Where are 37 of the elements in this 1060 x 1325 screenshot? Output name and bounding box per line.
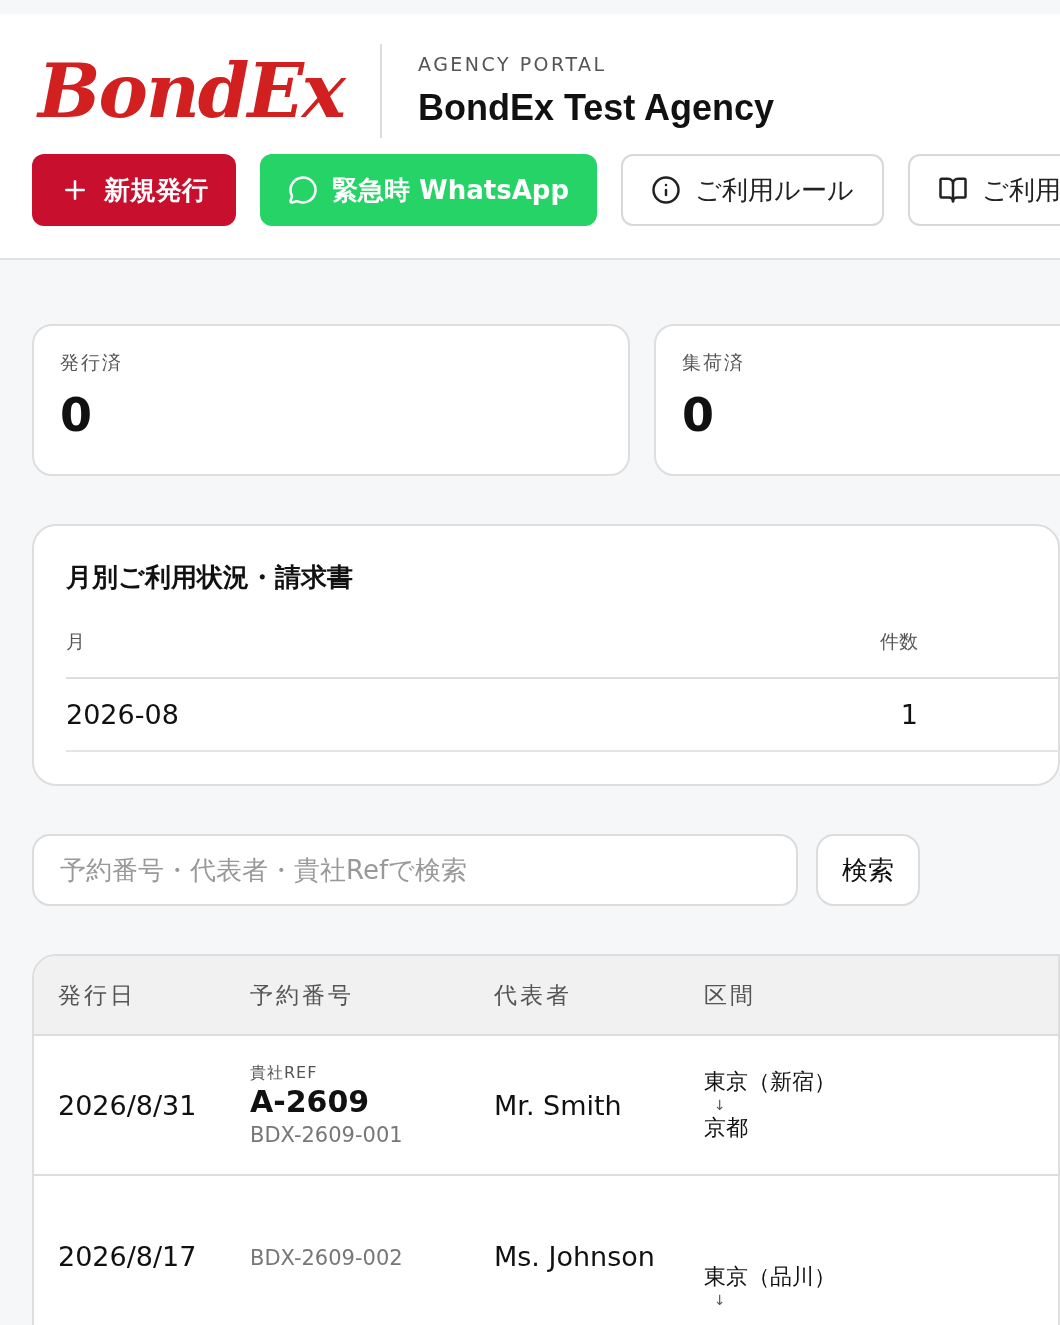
card-title: 月別ご利用状況・請求書 <box>66 561 354 594</box>
portal-label: AGENCY PORTAL <box>417 53 608 75</box>
stat-label: 集荷済 <box>682 350 746 375</box>
table-cell-text: Mr. Smith <box>494 1089 623 1121</box>
column-header: 月 <box>66 615 766 679</box>
stat-value: 0 <box>60 388 93 442</box>
column-header: 代表者 <box>494 980 573 1010</box>
info-icon <box>651 175 682 205</box>
search-field[interactable]: 予約番号・代表者・貴社Refで検索 <box>32 834 798 906</box>
ref-label: 貴社REF <box>250 1063 319 1084</box>
origin-text: 東京（新宿） <box>704 1068 837 1096</box>
brand-logo: BondEx <box>38 44 382 138</box>
action-button[interactable]: ご利用ルール <box>621 154 885 226</box>
chat-icon <box>288 175 318 205</box>
agency-name: BondEx Test Agency <box>417 87 775 129</box>
booking-number: BDX-2609-002 <box>250 1246 404 1270</box>
destination-text: 京都 <box>704 1114 749 1142</box>
ref-number: A-2609 <box>250 1084 371 1119</box>
route-arrow: ↓ <box>714 1097 727 1113</box>
column-header: 件数 <box>766 615 918 679</box>
column-header: 区間 <box>704 980 757 1010</box>
column-header: 発行日 <box>58 980 137 1010</box>
table-cell: 1 <box>766 679 918 752</box>
book-icon <box>938 175 969 205</box>
table-cell-text: 2026/8/17 <box>58 1240 198 1272</box>
stat-label: 発行済 <box>60 350 124 375</box>
action-button[interactable]: 新規発行 <box>32 154 236 226</box>
table-cell: 2026-08 <box>66 679 766 752</box>
route-arrow: ↓ <box>714 1292 727 1308</box>
stat-value: 0 <box>682 388 715 442</box>
action-button[interactable]: ご利用 <box>908 154 1060 226</box>
origin-text: 東京（品川） <box>704 1263 837 1291</box>
booking-number: BDX-2609-001 <box>250 1123 404 1147</box>
search-button[interactable]: 検索 <box>816 834 920 906</box>
table-cell-text: Ms. Johnson <box>494 1240 656 1272</box>
column-header: 予約番号 <box>250 980 355 1010</box>
table-cell-text: 2026/8/31 <box>58 1089 198 1121</box>
